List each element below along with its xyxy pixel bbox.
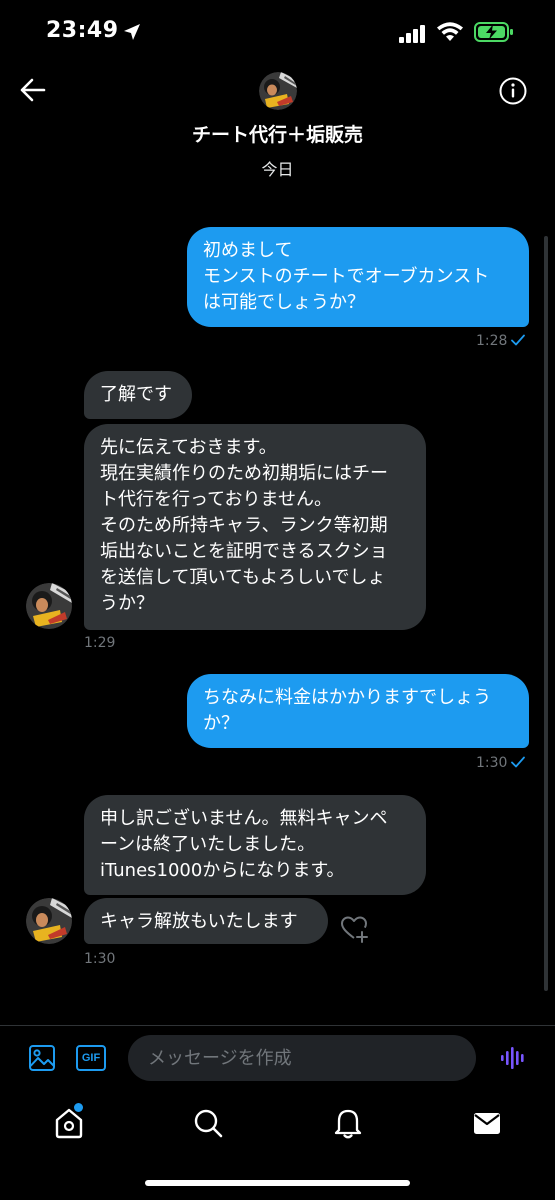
date-separator: 今日 bbox=[261, 160, 294, 179]
avatar-image bbox=[26, 898, 72, 944]
timestamp-text: 1:28 bbox=[476, 333, 508, 349]
notifications-bell-icon[interactable] bbox=[332, 1106, 364, 1140]
received-message-bubble[interactable]: キャラ解放もいたします bbox=[84, 898, 328, 944]
received-message-bubble[interactable]: 先に伝えておきます。 現在実績作りのため初期垢にはチー ト代行を行っておりません… bbox=[84, 424, 426, 630]
gif-label: GIF bbox=[81, 1052, 101, 1064]
avatar-image bbox=[26, 583, 72, 629]
received-message-bubble[interactable]: 了解です bbox=[84, 371, 192, 419]
status-bar: 23:49 bbox=[0, 0, 555, 66]
sent-check-icon bbox=[511, 756, 526, 768]
voice-message-icon[interactable] bbox=[499, 1044, 527, 1072]
battery-charging-icon bbox=[474, 22, 513, 42]
cellular-signal-icon bbox=[399, 25, 425, 43]
contact-name[interactable]: チート代行＋垢販売 bbox=[0, 120, 555, 147]
home-notification-dot bbox=[74, 1103, 83, 1112]
message-compose-input[interactable] bbox=[128, 1035, 476, 1081]
sent-message-bubble[interactable]: 初めまして モンストのチートでオーブカンスト は可能でしょうか？ bbox=[187, 227, 529, 327]
message-timestamp: 1:30 bbox=[84, 951, 116, 967]
status-time: 23:49 bbox=[46, 18, 119, 43]
received-message-bubble[interactable]: 申し訳ございません。無料キャンペ ーンは終了いたしました。 iTunes1000… bbox=[84, 795, 426, 895]
sent-message-bubble[interactable]: ちなみに料金はかかりますでしょう か？ bbox=[187, 674, 529, 748]
message-timestamp: 1:28 bbox=[476, 333, 526, 349]
location-arrow-icon bbox=[124, 24, 140, 40]
compose-divider bbox=[0, 1025, 555, 1026]
scrollbar[interactable] bbox=[544, 236, 548, 991]
message-timestamp: 1:29 bbox=[84, 635, 116, 651]
add-reaction-heart-icon[interactable] bbox=[340, 914, 372, 944]
dm-conversation-screen: 23:49 チート代行＋垢販売 今日 初めまして モンストのチートでオーブカンス… bbox=[0, 0, 555, 1200]
info-icon[interactable] bbox=[498, 76, 528, 106]
timestamp-text: 1:30 bbox=[476, 755, 508, 771]
image-attach-icon[interactable] bbox=[28, 1044, 56, 1072]
avatar-image bbox=[259, 72, 297, 110]
messages-envelope-icon[interactable] bbox=[471, 1106, 503, 1140]
gif-button[interactable]: GIF bbox=[76, 1045, 106, 1071]
sender-avatar[interactable] bbox=[26, 583, 72, 629]
wifi-icon bbox=[437, 22, 463, 41]
back-arrow-icon[interactable] bbox=[18, 76, 48, 104]
message-timestamp: 1:30 bbox=[476, 755, 526, 771]
contact-avatar[interactable] bbox=[259, 72, 297, 110]
sender-avatar[interactable] bbox=[26, 898, 72, 944]
home-indicator[interactable] bbox=[145, 1180, 410, 1186]
sent-check-icon bbox=[511, 334, 526, 346]
search-tab-icon[interactable] bbox=[192, 1106, 224, 1140]
